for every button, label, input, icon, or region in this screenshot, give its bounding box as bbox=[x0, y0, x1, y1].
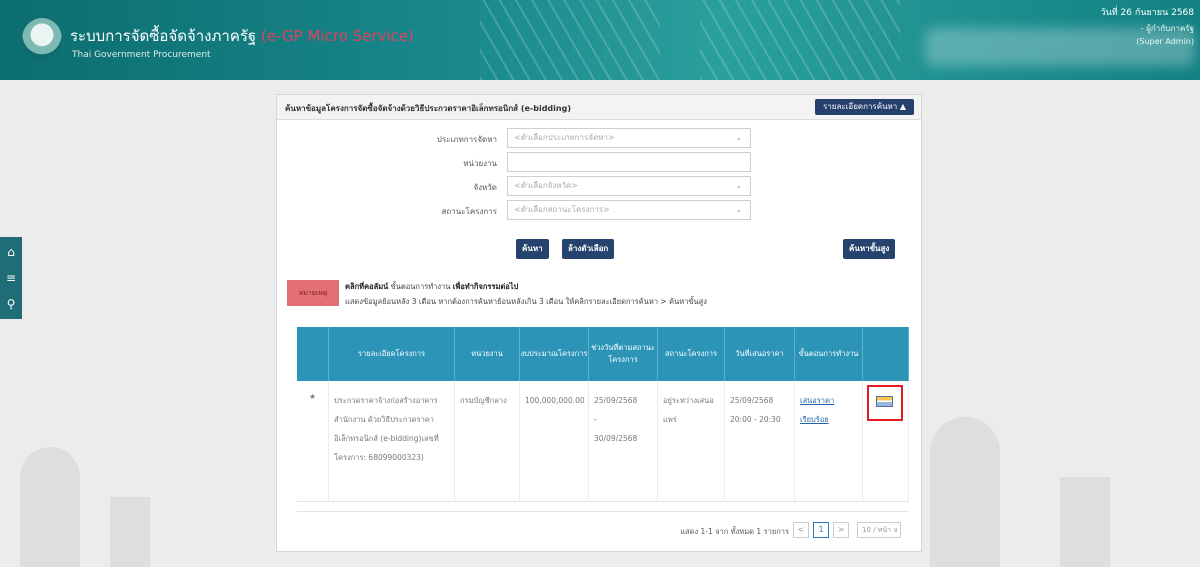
app-title-suffix: (e-GP Micro Service) bbox=[260, 27, 414, 45]
pagination-info: แสดง 1-1 จาก ทั้งหมด 1 รายการ bbox=[680, 527, 789, 536]
note-bold-1: คลิกที่คอลัมน์ bbox=[345, 282, 389, 291]
cell-action bbox=[863, 381, 909, 501]
province-select[interactable]: <ตัวเลือกจังหวัด> ⌄ bbox=[507, 176, 751, 196]
table-header: รายละเอียดโครงการ หน่วยงาน งบประมาณโครงก… bbox=[297, 327, 909, 381]
bid-time: 20:00 - 20:30 bbox=[730, 415, 781, 424]
cell-period: 25/09/2568 - 30/09/2568 bbox=[589, 381, 658, 501]
menu-icon[interactable]: ≡ bbox=[6, 272, 16, 284]
pagination-page-1[interactable]: 1 bbox=[813, 522, 829, 538]
project-status-placeholder: <ตัวเลือกสถานะโครงการ> bbox=[514, 205, 610, 214]
th-action bbox=[863, 327, 909, 381]
project-status-label: สถานะโครงการ bbox=[441, 207, 497, 216]
search-icon[interactable]: ⚲ bbox=[7, 298, 16, 310]
bid-date: 25/09/2568 bbox=[730, 396, 774, 405]
period-sep: - bbox=[594, 415, 597, 424]
table-footer: แสดง 1-1 จาก ทั้งหมด 1 รายการ < 1 > 10 /… bbox=[297, 511, 909, 548]
app-title-main: ระบบการจัดซื้อจัดจ้างภาครัฐ bbox=[70, 27, 257, 45]
chevron-down-icon: ⌄ bbox=[735, 181, 742, 190]
app-subtitle: Thai Government Procurement bbox=[72, 50, 211, 60]
period-start: 25/09/2568 bbox=[594, 396, 638, 405]
clear-button[interactable]: ล้างตัวเลือก bbox=[562, 239, 615, 259]
th-project: รายละเอียดโครงการ bbox=[329, 327, 455, 381]
panel-header: ค้นหาข้อมูลโครงการจัดซื้อจัดจ้างด้วยวิธี… bbox=[277, 95, 921, 120]
user-type: (Super Admin) bbox=[1136, 37, 1194, 46]
procure-type-label: ประเภทการจัดหา bbox=[436, 135, 497, 144]
province-label: จังหวัด bbox=[473, 183, 497, 192]
project-status-select[interactable]: <ตัวเลือกสถานะโครงการ> ⌄ bbox=[507, 200, 751, 220]
card-detail-icon[interactable] bbox=[876, 396, 893, 407]
note-line-2: แสดงข้อมูลย้อนหลัง 3 เดือน หากต้องการค้น… bbox=[345, 297, 707, 306]
period-end: 30/09/2568 bbox=[594, 434, 638, 443]
th-budget: งบประมาณโครงการ bbox=[520, 327, 589, 381]
pagination-prev-button[interactable]: < bbox=[793, 522, 809, 538]
favorite-star-icon[interactable]: ★ bbox=[297, 381, 329, 501]
note-bold-2: เพื่อทำกิจกรรมต่อไป bbox=[452, 282, 519, 291]
procure-type-placeholder: <ตัวเลือกประเภทการจัดหา> bbox=[514, 133, 615, 142]
advanced-search-button[interactable]: ค้นหาขั้นสูง bbox=[843, 239, 896, 259]
pagination-next-button[interactable]: > bbox=[833, 522, 849, 538]
th-period: ช่วงวันที่ตามสถานะโครงการ bbox=[589, 327, 658, 381]
search-panel: ค้นหาข้อมูลโครงการจัดซื้อจัดจ้างด้วยวิธี… bbox=[276, 94, 922, 552]
agency-label: หน่วยงาน bbox=[463, 159, 497, 168]
cell-status: อยู่ระหว่างเสนอแพร่ bbox=[658, 381, 725, 501]
table-row: ★ ประกวดราคาจ้างก่อสร้างอาคารสำนักงาน ด้… bbox=[297, 381, 909, 502]
chevron-down-icon: ⌄ bbox=[735, 205, 742, 214]
page-size-select[interactable]: 10 / หน้า ∨ bbox=[857, 522, 901, 538]
search-detail-toggle-button[interactable]: รายละเอียดการค้นหา ▲ bbox=[814, 99, 914, 115]
search-button[interactable]: ค้นหา bbox=[516, 239, 549, 259]
cell-bid-date: 25/09/2568 20:00 - 20:30 bbox=[725, 381, 795, 501]
workflow-link-bid[interactable]: เสนอราคา bbox=[800, 391, 857, 410]
agency-input[interactable] bbox=[507, 152, 751, 172]
panel-title: ค้นหาข้อมูลโครงการจัดซื้อจัดจ้างด้วยวิธี… bbox=[285, 104, 571, 113]
workflow-link-complete[interactable]: เรียบร้อย bbox=[800, 410, 857, 429]
th-status: สถานะโครงการ bbox=[658, 327, 725, 381]
government-logo-icon bbox=[22, 18, 62, 60]
th-workflow: ขั้นตอนการทำงาน bbox=[795, 327, 863, 381]
th-agency: หน่วยงาน bbox=[455, 327, 520, 381]
home-icon[interactable]: ⌂ bbox=[7, 246, 15, 258]
app-title: ระบบการจัดซื้อจัดจ้างภาครัฐ (e-GP Micro … bbox=[70, 24, 414, 48]
note-text-1: ขั้นตอนการทำงาน bbox=[388, 282, 453, 291]
cell-budget: 100,000,000.00 bbox=[520, 381, 589, 501]
current-date: วันที่ 26 กันยายน 2568 bbox=[1100, 8, 1194, 18]
note-tag: หมายเหตุ bbox=[287, 280, 339, 306]
header-bar: ระบบการจัดซื้อจัดจ้างภาครัฐ (e-GP Micro … bbox=[0, 0, 1200, 80]
cell-project: ประกวดราคาจ้างก่อสร้างอาคารสำนักงาน ด้วย… bbox=[329, 381, 455, 501]
user-role: - ผู้กำกับภาครัฐ bbox=[1140, 24, 1194, 33]
results-table: รายละเอียดโครงการ หน่วยงาน งบประมาณโครงก… bbox=[297, 327, 909, 502]
chevron-down-icon: ⌄ bbox=[735, 133, 742, 142]
cell-agency: กรมบัญชีกลาง bbox=[455, 381, 520, 501]
th-blank bbox=[297, 327, 329, 381]
province-placeholder: <ตัวเลือกจังหวัด> bbox=[514, 181, 578, 190]
procure-type-select[interactable]: <ตัวเลือกประเภทการจัดหา> ⌄ bbox=[507, 128, 751, 148]
th-bid-date: วันที่เสนอราคา bbox=[725, 327, 795, 381]
note-line-1: คลิกที่คอลัมน์ ขั้นตอนการทำงาน เพื่อทำกิ… bbox=[345, 281, 518, 293]
left-quick-rail: ⌂ ≡ ⚲ bbox=[0, 237, 22, 319]
cell-workflow: เสนอราคา เรียบร้อย bbox=[795, 381, 863, 501]
